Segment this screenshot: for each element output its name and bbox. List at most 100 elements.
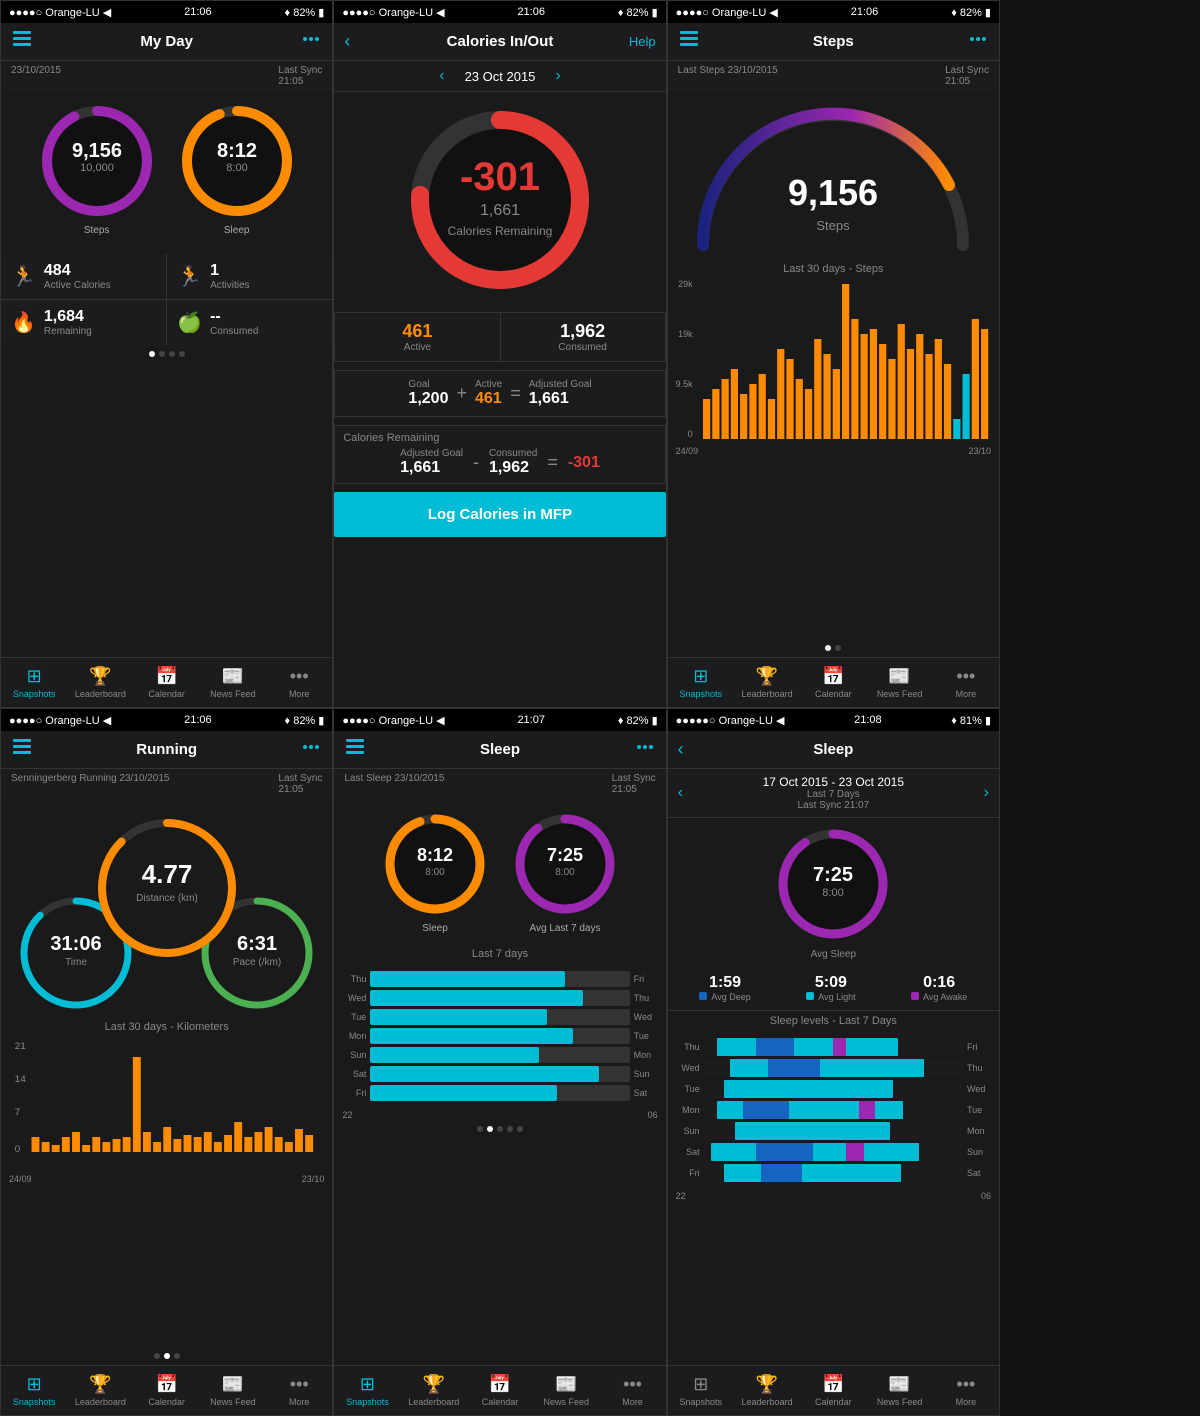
avg-deep: 1:59 Avg Deep — [699, 974, 750, 1002]
log-calories-btn[interactable]: Log Calories in MFP — [334, 492, 665, 537]
panel-title-5: Sleep — [480, 741, 520, 758]
dot-5-4 — [507, 1126, 513, 1132]
panel-sleep: ●●●●○ Orange-LU ◀ 21:07 ♦ 82% ▮ Sleep La… — [333, 708, 666, 1416]
tab-more-4[interactable]: ••• More — [266, 1374, 332, 1407]
tab-newsfeed-5[interactable]: 📰 News Feed — [533, 1374, 599, 1407]
tab-calendar-1[interactable]: 📅 Calendar — [134, 666, 200, 699]
newsfeed-icon-3: 📰 — [888, 666, 910, 687]
panel-title-2: Calories In/Out — [447, 33, 554, 50]
sleep-bars: ThuFri WedThu TueWed MonTue SunMon SatSu… — [334, 964, 665, 1108]
running-chart-labels: 24/0923/10 — [9, 1174, 324, 1184]
nav-dots-3[interactable] — [967, 28, 989, 55]
tab-calendar-6[interactable]: 📅 Calendar — [800, 1374, 866, 1407]
avg-deep-val: 1:59 — [699, 974, 750, 992]
svg-text:9,156: 9,156 — [72, 140, 122, 162]
nav-dots-5[interactable] — [634, 736, 656, 763]
dot-5-1 — [477, 1126, 483, 1132]
snapshots-label-3: Snapshots — [680, 689, 723, 699]
leaderboard-icon-5: 🏆 — [423, 1374, 445, 1395]
tab-leaderboard-3[interactable]: 🏆 Leaderboard — [734, 666, 800, 699]
back-button-6[interactable]: ‹ — [678, 739, 684, 760]
time-1: 21:06 — [184, 6, 212, 18]
status-bar-5: ●●●●○ Orange-LU ◀ 21:07 ♦ 82% ▮ — [334, 709, 665, 731]
tab-more-1[interactable]: ••• More — [266, 666, 332, 699]
avg-awake-label: Avg Awake — [923, 992, 967, 1002]
sync-bar-5: Last Sleep 23/10/2015 Last Sync21:05 — [334, 769, 665, 799]
running-rings: 4.77 Distance (km) 31:06 Time 6:31 Pace … — [1, 803, 332, 1013]
active-cal-label: Active Calories — [44, 280, 111, 291]
status-bar-1: ●●●●○ Orange-LU ◀ 21:06 ♦ 82% ▮ — [1, 1, 332, 23]
tab-snapshots-3[interactable]: ⊞ Snapshots — [668, 666, 734, 699]
dot-5-2 — [487, 1126, 493, 1132]
steps-bar-chart — [703, 279, 991, 444]
steps-chart: Last 30 days - Steps 29k19k9.5k0 — [668, 259, 999, 639]
leaderboard-icon-3: 🏆 — [756, 666, 778, 687]
tab-snapshots-6[interactable]: ⊞ Snapshots — [668, 1374, 734, 1407]
svg-text:9,156: 9,156 — [788, 172, 878, 213]
battery-3: ♦ 82% ▮ — [951, 6, 991, 19]
cal-active-lbl: Active — [339, 342, 495, 353]
tab-bar-5: ⊞ Snapshots 🏆 Leaderboard 📅 Calendar 📰 N… — [334, 1365, 665, 1415]
prev-date-btn[interactable]: ‹ — [439, 67, 444, 85]
tab-more-6[interactable]: ••• More — [933, 1374, 999, 1407]
tab-calendar-4[interactable]: 📅 Calendar — [134, 1374, 200, 1407]
detail-next-btn[interactable]: › — [984, 784, 989, 802]
tab-leaderboard-4[interactable]: 🏆 Leaderboard — [67, 1374, 133, 1407]
calendar-icon-3: 📅 — [822, 666, 844, 687]
tab-snapshots-4[interactable]: ⊞ Snapshots — [1, 1374, 67, 1407]
detail-prev-btn[interactable]: ‹ — [678, 784, 683, 802]
tab-more-3[interactable]: ••• More — [933, 666, 999, 699]
more-icon-1: ••• — [290, 666, 309, 687]
calendar-icon-5: 📅 — [489, 1374, 511, 1395]
back-button-2[interactable]: ‹ — [344, 31, 350, 52]
carrier-5: ●●●●○ Orange-LU ◀ — [342, 714, 444, 727]
next-date-btn[interactable]: › — [555, 67, 560, 85]
sync-time-5: Last Sync21:05 — [612, 773, 656, 795]
cal-remaining-section: Calories Remaining Adjusted Goal 1,661 -… — [334, 425, 665, 484]
tab-newsfeed-1[interactable]: 📰 News Feed — [200, 666, 266, 699]
newsfeed-label-1: News Feed — [210, 689, 256, 699]
tab-leaderboard-6[interactable]: 🏆 Leaderboard — [734, 1374, 800, 1407]
avg-light-label: Avg Light — [818, 992, 855, 1002]
tab-newsfeed-6[interactable]: 📰 News Feed — [866, 1374, 932, 1407]
tab-leaderboard-1[interactable]: 🏆 Leaderboard — [67, 666, 133, 699]
page-dots-4 — [1, 1353, 332, 1359]
tab-more-5[interactable]: ••• More — [599, 1374, 665, 1407]
dot-1-4 — [179, 351, 185, 357]
battery-6: ♦ 81% ▮ — [951, 714, 991, 727]
steps-chart-y: 29k19k9.5k0 — [676, 279, 991, 444]
time-5: 21:07 — [517, 714, 545, 726]
rings-row-1: 9,156 10,000 Steps 8:12 8:00 Sleep — [1, 101, 332, 236]
cal-formula-section: Goal 1,200 + Active 461 = Adjusted Goal … — [334, 370, 665, 417]
svg-text:8:00: 8:00 — [226, 162, 247, 174]
tab-newsfeed-3[interactable]: 📰 News Feed — [866, 666, 932, 699]
tab-snapshots-5[interactable]: ⊞ Snapshots — [334, 1374, 400, 1407]
sync-label-5: Last Sleep 23/10/2015 — [344, 773, 444, 795]
battery-2: ♦ 82% ▮ — [618, 6, 658, 19]
nav-dots-4[interactable] — [300, 736, 322, 763]
sleep-period: Last 7 Days — [763, 789, 904, 800]
active-cal-icon: 🏃 — [11, 264, 36, 289]
tab-leaderboard-5[interactable]: 🏆 Leaderboard — [401, 1374, 467, 1407]
dot-1-3 — [169, 351, 175, 357]
panel-title-1: My Day — [140, 33, 193, 50]
nav-dots-1[interactable] — [300, 28, 322, 55]
sleep-sync: Last Sync 21:07 — [763, 800, 904, 811]
tab-calendar-5[interactable]: 📅 Calendar — [467, 1374, 533, 1407]
activities-value: 1 — [210, 262, 249, 280]
more-icon-3: ••• — [956, 666, 975, 687]
carrier-1: ●●●●○ Orange-LU ◀ — [9, 6, 111, 19]
more-label-1: More — [289, 689, 310, 699]
svg-text:1,661: 1,661 — [480, 202, 520, 219]
cal-consumed-cell: 1,962 Consumed — [501, 313, 665, 361]
nav-bar-3: Steps — [668, 23, 999, 61]
dot-3-1 — [825, 645, 831, 651]
more-label-6: More — [956, 1397, 977, 1407]
activities-label: Activities — [210, 280, 249, 291]
tab-calendar-3[interactable]: 📅 Calendar — [800, 666, 866, 699]
help-button-2[interactable]: Help — [629, 34, 656, 49]
tab-newsfeed-4[interactable]: 📰 News Feed — [200, 1374, 266, 1407]
sleep-detail-ring: 7:25 8:00 Avg Sleep — [668, 824, 999, 960]
tab-snapshots-1[interactable]: ⊞ Snapshots — [1, 666, 67, 699]
dot-4-3 — [174, 1353, 180, 1359]
